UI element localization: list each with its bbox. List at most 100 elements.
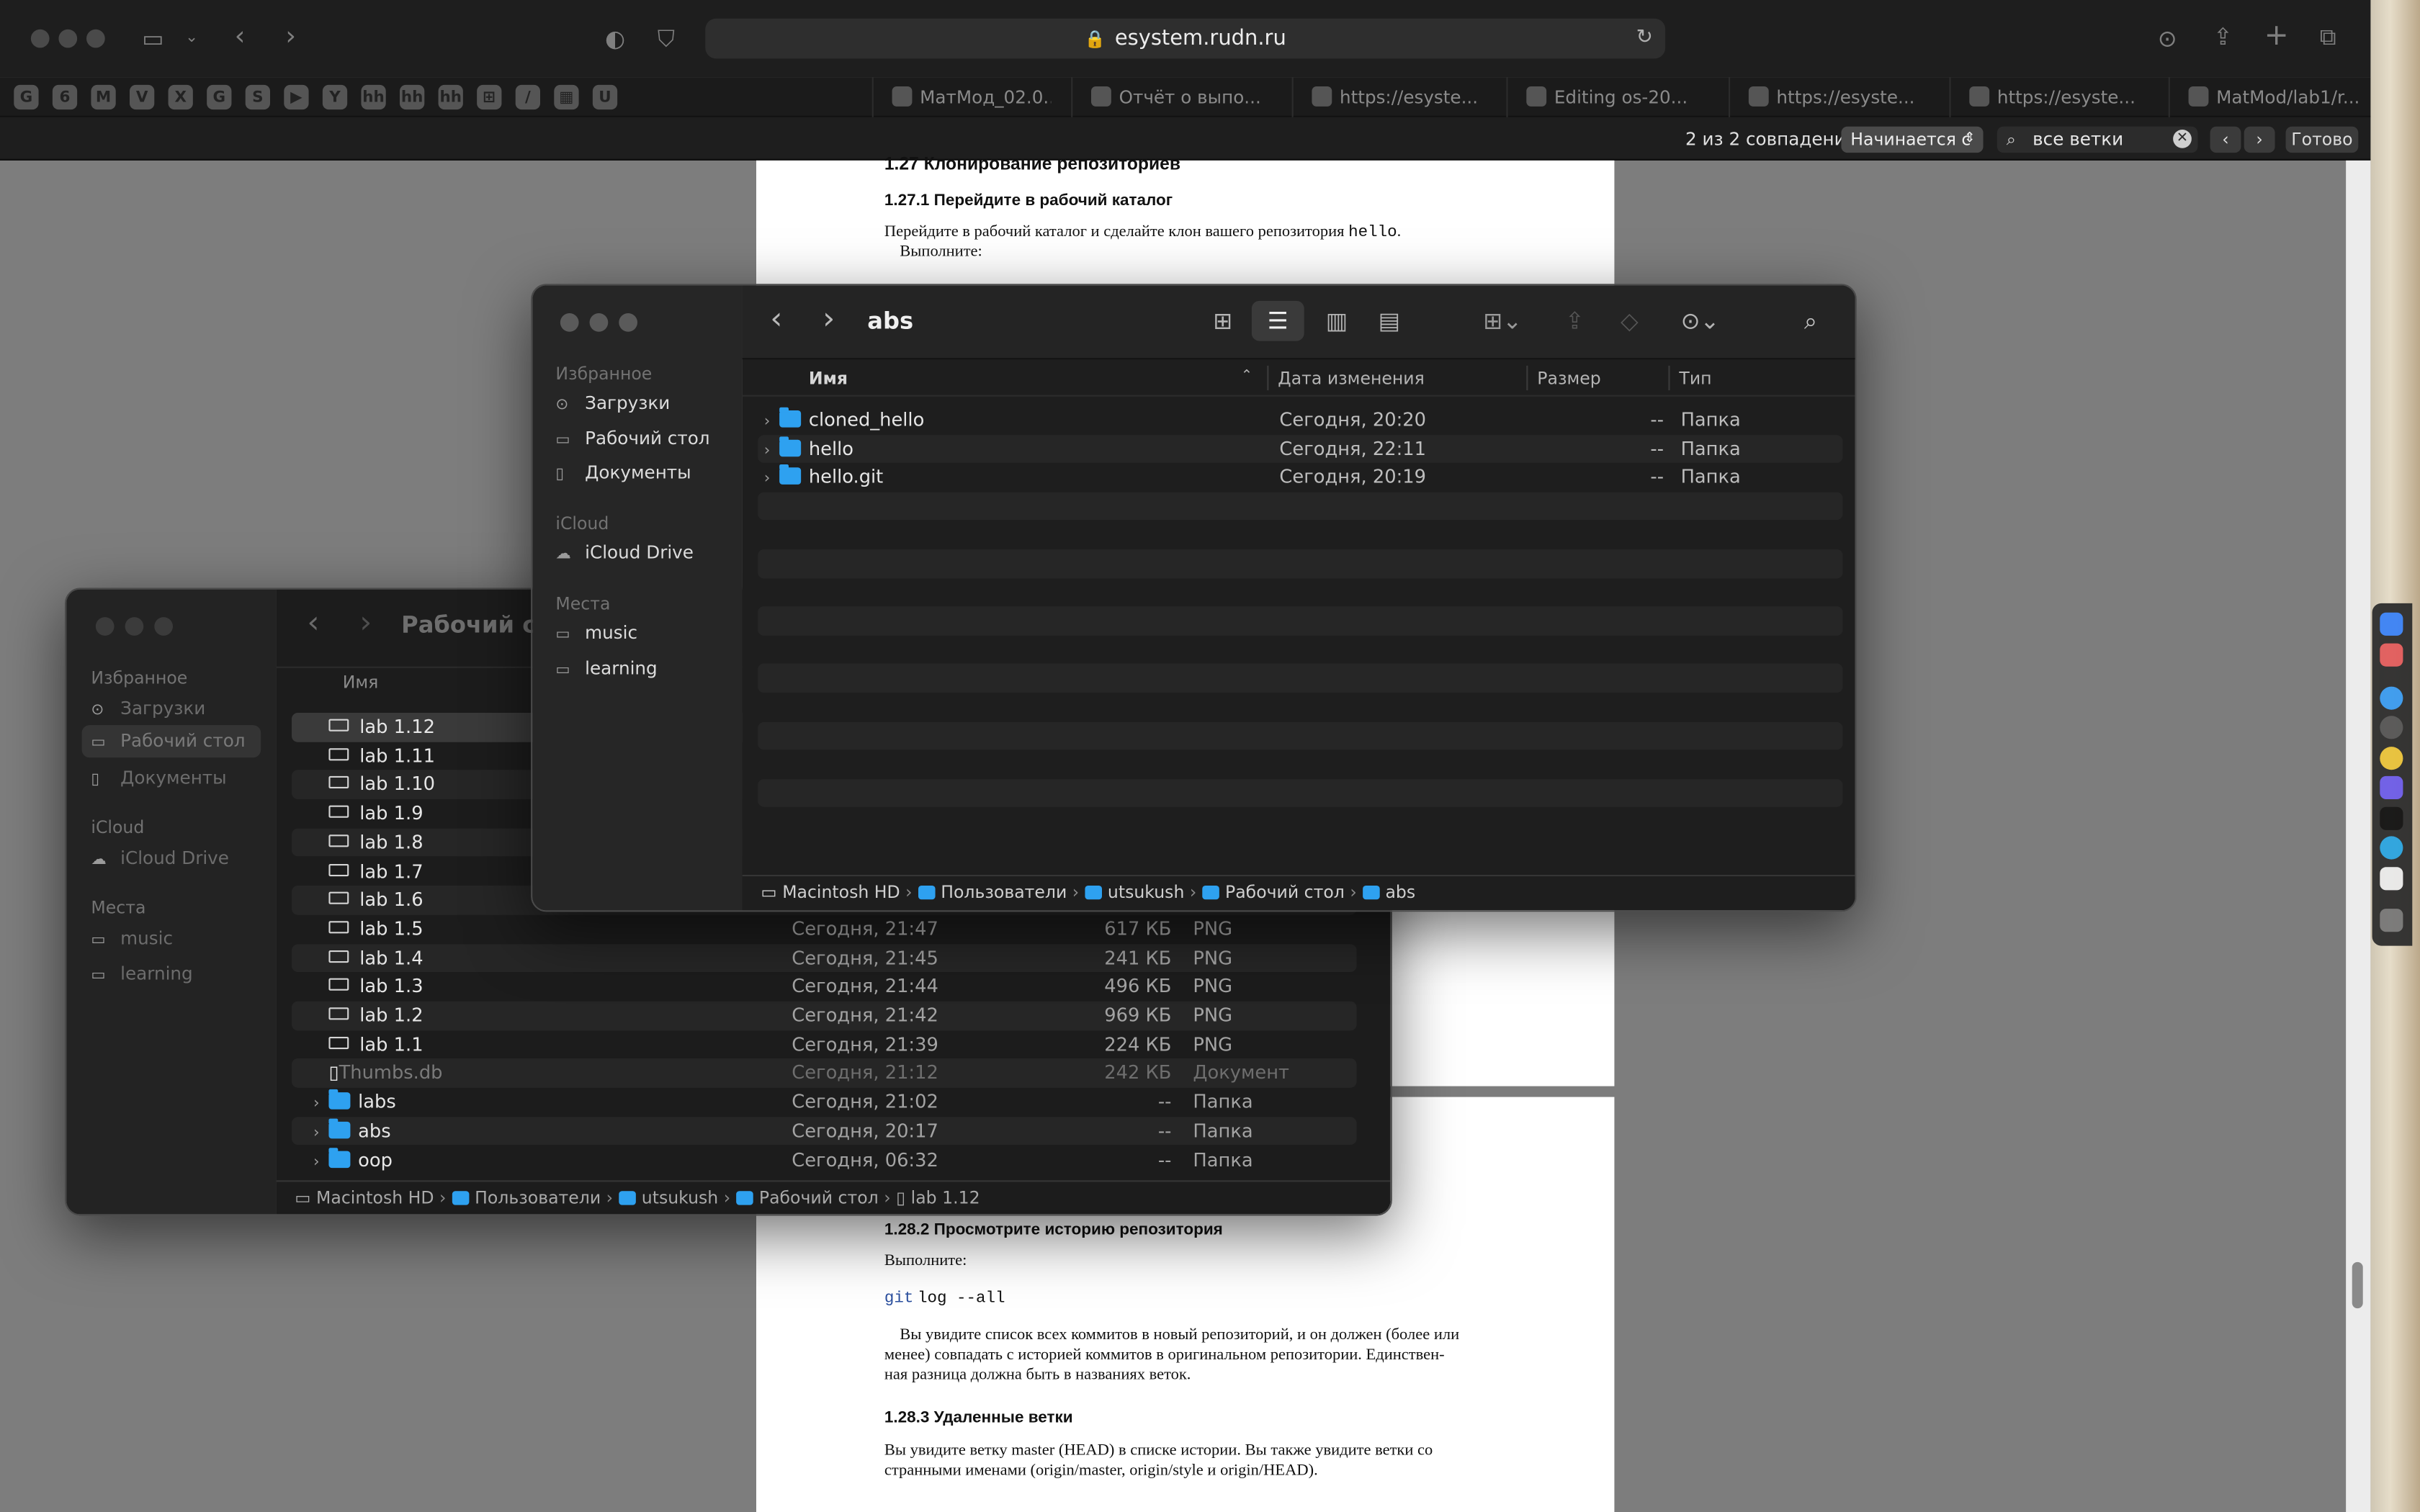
- scrollbar-thumb[interactable]: [2352, 1261, 2363, 1309]
- pinned-tab-icon[interactable]: 6: [52, 84, 78, 110]
- minimize-button[interactable]: [589, 313, 609, 332]
- sidebar-item-icloud-drive[interactable]: ☁ iCloud Drive: [91, 847, 228, 868]
- path-segment[interactable]: Рабочий стол: [735, 1188, 879, 1208]
- pinned-tab-icon[interactable]: V: [130, 84, 155, 110]
- disclosure-chevron-icon[interactable]: ›: [764, 409, 779, 438]
- file-row[interactable]: › hello Сегодня, 22:11 -- Папка: [758, 434, 1843, 464]
- tab-7[interactable]: MatMod/lab1/r...: [2168, 77, 2371, 117]
- chevron-down-icon[interactable]: ⌄: [185, 26, 198, 50]
- zoom-button[interactable]: [619, 313, 637, 332]
- disclosure-chevron-icon[interactable]: ›: [764, 467, 779, 495]
- share-icon[interactable]: ⇪: [2213, 24, 2233, 49]
- sidebar-item-icloud-drive[interactable]: ☁ iCloud Drive: [555, 541, 693, 563]
- sidebar-item-documents[interactable]: ▯ Документы: [91, 767, 226, 788]
- find-mode-select[interactable]: Начинается с ⇕: [1841, 126, 1984, 153]
- file-row[interactable]: ▯Thumbs.db Сегодня, 21:12 242 КБ Документ: [292, 1058, 1357, 1088]
- tab-overview-icon[interactable]: ⧉: [2320, 24, 2336, 49]
- notes-icon[interactable]: [2380, 867, 2403, 891]
- pinned-tab-icon[interactable]: G: [14, 84, 39, 110]
- file-row[interactable]: lab 1.1 Сегодня, 21:39 224 КБ PNG: [292, 1030, 1357, 1059]
- privacy-report-icon[interactable]: ◐: [605, 26, 625, 50]
- tab-6[interactable]: https://esyste...: [1949, 77, 2150, 117]
- file-row[interactable]: › cloned_hello Сегодня, 20:20 -- Папка: [758, 406, 1842, 435]
- finder-icon[interactable]: [2380, 612, 2403, 636]
- forward-icon[interactable]: ›: [359, 606, 372, 637]
- file-row[interactable]: lab 1.3 Сегодня, 21:44 496 КБ PNG: [292, 973, 1357, 1002]
- sidebar-item-learning[interactable]: ▭ learning: [555, 657, 657, 679]
- column-view-icon[interactable]: ▥: [1326, 309, 1348, 333]
- search-icon[interactable]: ⌕: [1804, 309, 1817, 333]
- pinned-tab-icon[interactable]: X: [168, 84, 193, 110]
- terminal-icon[interactable]: [2380, 806, 2403, 830]
- tag-icon[interactable]: ◇: [1621, 309, 1639, 333]
- app-icon[interactable]: [2380, 775, 2403, 799]
- pinned-tab-icon[interactable]: /: [515, 84, 540, 110]
- shield-icon[interactable]: ⛉: [658, 26, 675, 50]
- sidebar-item-learning[interactable]: ▭ learning: [91, 963, 192, 984]
- sidebar-toggle-icon[interactable]: ▭: [142, 26, 163, 50]
- forward-icon[interactable]: ›: [285, 24, 296, 50]
- tab-5[interactable]: https://esyste...: [1729, 77, 1930, 117]
- pinned-tab-icon[interactable]: G: [207, 84, 232, 110]
- column-header-size[interactable]: Размер: [1537, 369, 1600, 389]
- reload-icon[interactable]: ↻: [1636, 26, 1653, 49]
- sidebar-item-desktop[interactable]: ▭ Рабочий стол: [555, 428, 709, 449]
- back-icon[interactable]: ‹: [770, 302, 782, 333]
- scrollbar[interactable]: [2346, 160, 2371, 1512]
- path-segment[interactable]: Рабочий стол: [1201, 883, 1345, 903]
- pinned-tab-icon[interactable]: hh: [438, 84, 463, 110]
- find-next-button[interactable]: ›: [2244, 126, 2275, 153]
- path-segment[interactable]: Пользователи: [918, 883, 1067, 903]
- disclosure-chevron-icon[interactable]: ›: [313, 1091, 328, 1120]
- launchpad-icon[interactable]: [2380, 643, 2403, 667]
- find-previous-button[interactable]: ‹: [2210, 126, 2241, 153]
- close-button[interactable]: [560, 313, 579, 332]
- sidebar-item-desktop[interactable]: ▭ Рабочий стол: [81, 725, 261, 758]
- pinned-tab-icon[interactable]: Y: [322, 84, 348, 110]
- sidebar-item-music[interactable]: ▭ music: [91, 927, 173, 949]
- column-header-kind[interactable]: Тип: [1679, 369, 1711, 389]
- download-icon[interactable]: ⊙: [2158, 26, 2177, 50]
- sidebar-item-documents[interactable]: ▯ Документы: [555, 462, 691, 483]
- column-header-date[interactable]: Дата изменения: [1278, 369, 1425, 389]
- telegram-icon[interactable]: [2380, 836, 2403, 860]
- path-segment[interactable]: Пользователи: [451, 1188, 601, 1208]
- tab-3[interactable]: https://esyste...: [1291, 77, 1493, 117]
- path-segment[interactable]: ▭ Macintosh HD: [295, 1188, 434, 1208]
- path-segment[interactable]: utsukush: [618, 1188, 718, 1208]
- more-icon[interactable]: ⊙⌄: [1681, 309, 1720, 333]
- file-row[interactable]: › abs Сегодня, 20:17 -- Папка: [292, 1116, 1357, 1146]
- forward-icon[interactable]: ›: [823, 302, 835, 333]
- address-bar[interactable]: 🔒 esystem.rudn.ru ↻: [705, 18, 1666, 59]
- settings-icon[interactable]: [2380, 716, 2403, 739]
- pinned-tab-icon[interactable]: hh: [400, 84, 425, 110]
- pinned-tab-icon[interactable]: U: [592, 84, 618, 110]
- minimize-button[interactable]: [58, 29, 78, 48]
- list-view-icon[interactable]: ☰: [1251, 300, 1304, 341]
- file-row[interactable]: lab 1.4 Сегодня, 21:45 241 КБ PNG: [292, 943, 1357, 973]
- new-tab-icon[interactable]: +: [2264, 21, 2289, 50]
- file-row[interactable]: lab 1.5 Сегодня, 21:47 617 КБ PNG: [292, 914, 1357, 943]
- file-row[interactable]: › labs Сегодня, 21:02 -- Папка: [292, 1088, 1357, 1117]
- file-row[interactable]: › hello.git Сегодня, 20:19 -- Папка: [758, 463, 1842, 492]
- sidebar-item-downloads[interactable]: ⊙ Загрузки: [555, 392, 670, 413]
- zoom-button[interactable]: [86, 29, 105, 48]
- zoom-button[interactable]: [154, 617, 173, 636]
- share-icon[interactable]: ⇪: [1565, 309, 1585, 333]
- icon-view-icon[interactable]: ⊞: [1213, 309, 1232, 333]
- sidebar-item-downloads[interactable]: ⊙ Загрузки: [91, 698, 205, 719]
- column-header-name[interactable]: Имя: [809, 369, 848, 389]
- pinned-tab-icon[interactable]: ▶: [284, 84, 309, 110]
- file-row[interactable]: › oop Сегодня, 06:32 -- Папка: [292, 1146, 1357, 1174]
- find-done-button[interactable]: Готово: [2285, 126, 2359, 153]
- close-button[interactable]: [95, 617, 115, 636]
- path-segment[interactable]: utsukush: [1084, 883, 1184, 903]
- trash-icon[interactable]: [2380, 909, 2403, 932]
- pinned-tab-icon[interactable]: M: [91, 84, 116, 110]
- disclosure-chevron-icon[interactable]: ›: [764, 438, 779, 467]
- sidebar-item-music[interactable]: ▭ music: [555, 622, 637, 644]
- tab-2[interactable]: Отчёт о выпо...: [1071, 77, 1272, 117]
- find-input[interactable]: ⌕ все ветки ✕: [1996, 126, 2198, 153]
- file-row[interactable]: lab 1.2 Сегодня, 21:42 969 КБ PNG: [292, 1001, 1357, 1030]
- pinned-tab-icon[interactable]: hh: [361, 84, 386, 110]
